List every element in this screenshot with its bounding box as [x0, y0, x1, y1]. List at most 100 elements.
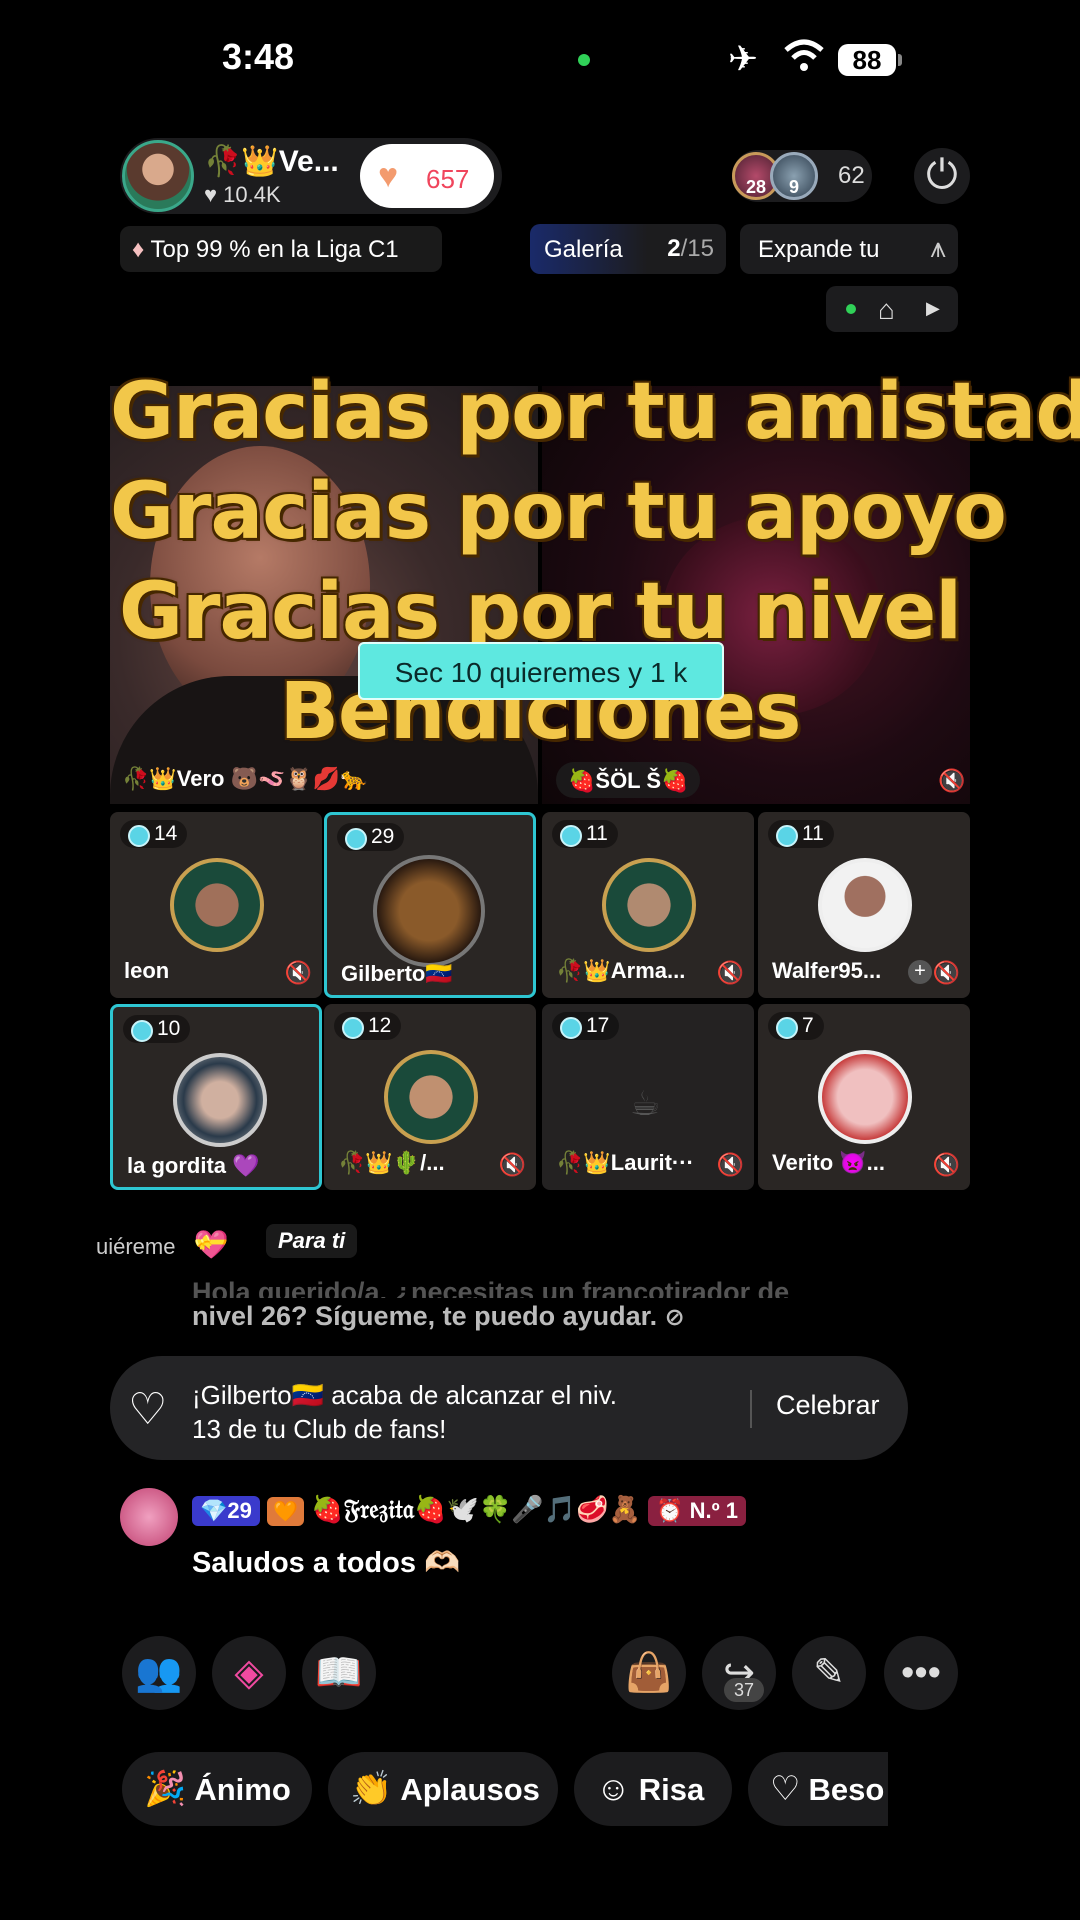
reactions-edge-mask: [888, 1752, 1080, 1826]
follow-count: 657: [426, 164, 470, 194]
guest-tile[interactable]: 29 Gilberto🇻🇪: [324, 812, 536, 998]
league-badge[interactable]: ♦ Top 99 % en la Liga C1: [120, 226, 442, 272]
guests-icon[interactable]: 👥: [122, 1636, 196, 1710]
book-icon[interactable]: 📖: [302, 1636, 376, 1710]
chat-username[interactable]: 🍓𝔉𝔯𝔢𝔷𝔦𝔱𝔞🍓🕊️🍀🎤🎵🥩🧸: [311, 1495, 641, 1525]
diamond-icon: ♦: [132, 236, 145, 263]
fan-heart-badge: 🧡: [267, 1497, 305, 1526]
guest-score: 10: [123, 1015, 191, 1043]
reaction-aplausos[interactable]: 👏 Aplausos: [328, 1752, 558, 1826]
coffee-cup-icon: ☕: [630, 1085, 661, 1123]
heart-outline-icon: ♡: [128, 1385, 168, 1434]
live-controls[interactable]: ⌂ ▶: [826, 286, 958, 332]
bot-message: Hola querido/a, ¿necesitas un francotira…: [192, 1274, 932, 1336]
mute-icon: 🔇: [716, 1152, 744, 1177]
guest-name: Verito 👿...: [772, 1150, 885, 1175]
chat-text: Saludos a todos 🫶🏻: [192, 1547, 461, 1579]
tab-para-ti[interactable]: Para ti: [266, 1224, 358, 1258]
live-dot: [846, 304, 856, 314]
viewer-avatar[interactable]: 9: [770, 152, 818, 200]
tab-quiereme[interactable]: uiéreme: [96, 1234, 175, 1259]
guest-avatar: [818, 1050, 912, 1144]
fan-club-banner: ♡ ¡Gilberto🇻🇪 acaba de alcanzar el niv. …: [110, 1356, 908, 1460]
guest-avatar: [818, 858, 912, 952]
heart-icon: ♥: [378, 157, 399, 195]
party-icon: 🎉: [144, 1770, 187, 1808]
guest-name: 🥀👑Laurit···: [556, 1150, 694, 1175]
guest-tile[interactable]: 7 Verito 👿... 🔇: [758, 1004, 970, 1190]
smile-icon: ☺: [596, 1770, 631, 1808]
host-name: 🥀👑Ve...: [204, 145, 339, 178]
power-icon[interactable]: ⏻: [914, 148, 970, 204]
guest-name: la gordita 💜: [127, 1153, 260, 1178]
play-icon[interactable]: ▶: [926, 298, 940, 319]
host-likes: ♥ 10.4K: [204, 182, 281, 207]
divider: [750, 1390, 752, 1428]
reaction-animo[interactable]: 🎉 Ánimo: [122, 1752, 312, 1826]
overlay-line-2: Gracias por tu apoyo: [110, 467, 1007, 557]
guest-avatar: [373, 855, 485, 967]
host-avatar[interactable]: [122, 140, 194, 212]
guest-tile[interactable]: 17 ☕ 🥀👑Laurit··· 🔇: [542, 1004, 754, 1190]
expand-button[interactable]: Expande tu ⩚: [740, 224, 958, 274]
cube-icon[interactable]: ◈: [212, 1636, 286, 1710]
gallery-label: Galería: [544, 236, 623, 263]
magic-wand-icon[interactable]: ✎: [792, 1636, 866, 1710]
overlay-message: Gracias por tu amistad Gracias por tu ap…: [110, 362, 1080, 762]
guest-name: Walfer95...: [772, 958, 882, 983]
gallery-count: 2/15: [667, 235, 714, 262]
host-info-pill[interactable]: 🥀👑Ve... ♥ 10.4K ♥ 657: [120, 138, 502, 214]
airplane-icon: ✈: [728, 38, 759, 79]
heart-icon: ♡: [770, 1770, 801, 1808]
follow-button[interactable]: ♥ 657: [360, 144, 494, 208]
guest-score: 14: [120, 820, 188, 848]
guest-name: Gilberto🇻🇪: [341, 961, 453, 986]
guest-tile[interactable]: 14 leon 🔇: [110, 812, 322, 998]
guest-avatar: [602, 858, 696, 952]
more-icon[interactable]: •••: [884, 1636, 958, 1710]
level-badge: 💎29: [192, 1496, 260, 1526]
mute-icon: 🔇: [284, 960, 312, 985]
shopping-bag-icon[interactable]: 👜: [612, 1636, 686, 1710]
bot-message-line-2: nivel 26? Sígueme, te puedo ayudar.: [192, 1301, 658, 1331]
celebrate-button[interactable]: Celebrar: [776, 1390, 880, 1421]
viewer-count: 62: [838, 162, 865, 189]
guest-score: 11: [552, 820, 618, 848]
guest-tile[interactable]: 10 la gordita 💜: [110, 1004, 322, 1190]
camera-indicator-dot: [578, 54, 590, 66]
tower-icon: ⩚: [930, 232, 946, 263]
guest-avatar: [384, 1050, 478, 1144]
battery-icon: 88: [838, 44, 902, 76]
share-button[interactable]: ↪ 37: [702, 1636, 776, 1710]
guest-score: 17: [552, 1012, 620, 1040]
reaction-risa[interactable]: ☺ Risa: [574, 1752, 732, 1826]
guest-tile[interactable]: 11 🥀👑Arma... 🔇: [542, 812, 754, 998]
add-icon[interactable]: +: [908, 960, 932, 984]
guest-tile[interactable]: 11 Walfer95... + 🔇: [758, 812, 970, 998]
clap-icon: 👏: [350, 1770, 393, 1808]
gallery-button[interactable]: Galería 2/15: [530, 224, 726, 274]
hidden-eye-icon[interactable]: ⊘: [665, 1304, 685, 1331]
chat-tabs: uiéreme 💝 Para ti: [96, 1224, 358, 1261]
overlay-line-1: Gracias por tu amistad: [110, 367, 1080, 457]
chat-message-header: 💎29 🧡 🍓𝔉𝔯𝔢𝔷𝔦𝔱𝔞🍓🕊️🍀🎤🎵🥩🧸 ⏰ N.º 1: [192, 1494, 746, 1526]
viewer-list[interactable]: 28 9 62: [732, 150, 872, 202]
guest-avatar: [173, 1053, 267, 1147]
guest-score: 12: [334, 1012, 402, 1040]
guest-tile[interactable]: 12 🥀👑🌵/... 🔇: [324, 1004, 536, 1190]
guest-score: 7: [768, 1012, 824, 1040]
mute-icon: 🔇: [932, 1152, 960, 1177]
cohost-video-name: 🍓ŠÖL Š🍓: [556, 762, 701, 798]
guest-name: leon: [124, 958, 170, 983]
chat-avatar[interactable]: [120, 1488, 178, 1546]
bot-message-line-1: Hola querido/a, ¿necesitas un francotira…: [192, 1277, 790, 1298]
status-time: 3:48: [222, 36, 295, 77]
status-bar: 3:48 ✈ 88: [0, 0, 1080, 120]
fan-club-text: ¡Gilberto🇻🇪 acaba de alcanzar el niv. 13…: [192, 1380, 617, 1444]
expand-label: Expande tu: [758, 236, 880, 263]
share-count: 37: [724, 1678, 764, 1702]
topic-banner[interactable]: Sec 10 quieremes y 1 k: [358, 642, 724, 700]
host-video-name: 🥀👑Vero 🐻🪱🦉💋🐆: [122, 766, 368, 791]
home-icon[interactable]: ⌂: [878, 294, 895, 326]
guest-avatar: [170, 858, 264, 952]
